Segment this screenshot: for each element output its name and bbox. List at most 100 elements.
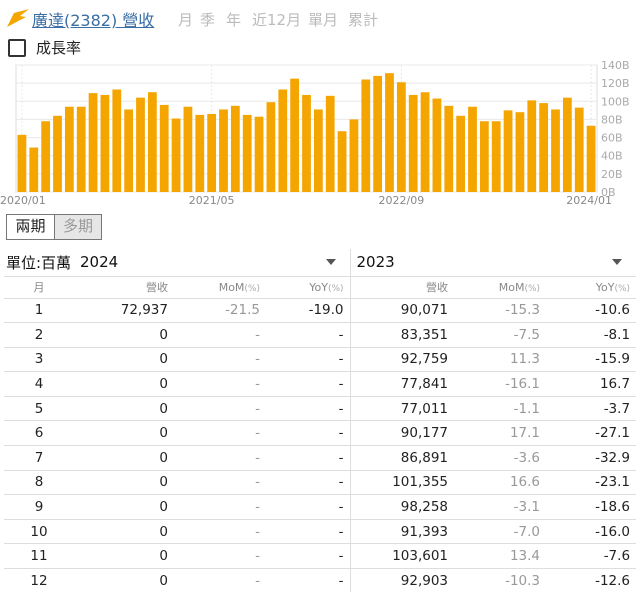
yoy-cell-right: -16.0 <box>546 519 637 545</box>
bar <box>456 115 466 192</box>
mom-cell-right: -15.3 <box>454 298 547 324</box>
month-cell: 2 <box>4 322 74 348</box>
y-tick-label: 60B <box>601 132 623 145</box>
bar <box>361 79 371 192</box>
yoy-cell-left: -19.0 <box>266 298 351 324</box>
tab-cumulative[interactable]: 累計 <box>348 9 378 30</box>
yoy-cell-left: - <box>266 519 351 545</box>
col-yoy-header-left: YoY(%) <box>266 276 351 299</box>
revenue-bar-chart: 0B20B40B60B80B100B120B140B2020/01 2021/05… <box>0 59 630 207</box>
bar <box>527 100 537 192</box>
bar <box>551 109 560 192</box>
month-cell: 1 <box>4 298 74 324</box>
yoy-cell-right: -7.6 <box>546 543 637 570</box>
revenue-cell-right: 90,177 <box>349 420 455 447</box>
tab-year[interactable]: 年 <box>226 9 241 30</box>
x-tick-label: 2020/01 <box>0 194 46 207</box>
bar <box>112 89 122 192</box>
revenue-cell-left: 0 <box>74 543 174 570</box>
year-select-left[interactable]: 2024 <box>74 249 351 277</box>
yoy-cell-left: - <box>266 396 351 422</box>
year-right-value: 2023 <box>356 253 395 272</box>
bar <box>373 75 383 192</box>
bar <box>385 73 394 192</box>
chevron-down-icon <box>325 259 336 265</box>
revenue-table: 單位:百萬 2024 2023 月 營收 MoM(%) YoY(%) 營收 Mo… <box>4 249 637 592</box>
revenue-cell-left: 0 <box>74 396 174 422</box>
mom-cell-left: - <box>174 396 266 422</box>
col-month-header: 月 <box>4 276 74 299</box>
month-cell: 9 <box>4 494 74 520</box>
revenue-cell-right: 92,759 <box>349 347 455 373</box>
table-row: 4 0- -77,841 -16.1 16.7 <box>4 371 637 397</box>
yoy-cell-right: -23.1 <box>546 470 637 496</box>
unit-label: 單位:百萬 <box>4 249 74 277</box>
mom-cell-right: -3.6 <box>454 445 547 471</box>
yoy-cell-right: -18.6 <box>546 494 637 520</box>
yoy-cell-right: -10.6 <box>546 298 637 324</box>
mom-cell-left: - <box>174 445 266 471</box>
mom-cell-right: 11.3 <box>454 347 547 373</box>
revenue-cell-right: 101,355 <box>349 470 455 496</box>
y-tick-label: 80B <box>601 113 623 126</box>
bar <box>574 107 584 192</box>
table-header-row: 月 營收 MoM(%) YoY(%) 營收 MoM(%) YoY(%) <box>4 276 637 299</box>
y-tick-label: 40B <box>601 150 623 163</box>
yoy-cell-left: - <box>266 322 351 348</box>
month-cell: 6 <box>4 420 74 447</box>
y-tick-label: 20B <box>601 168 623 181</box>
revenue-cell-left: 0 <box>74 347 174 373</box>
yoy-cell-left: - <box>266 568 351 592</box>
bar <box>313 109 323 192</box>
table-row: 12 0- -92,903 -10.3 -12.6 <box>4 568 637 592</box>
bar <box>562 97 572 192</box>
stock-title-link[interactable]: 廣達(2382) 營收 <box>32 7 154 31</box>
yoy-cell-left: - <box>266 420 351 447</box>
mom-cell-right: -1.1 <box>454 396 547 422</box>
month-cell: 12 <box>4 568 74 592</box>
revenue-cell-right: 77,011 <box>349 396 455 422</box>
yoy-cell-left: - <box>266 445 351 471</box>
mom-cell-right: -7.5 <box>454 322 547 348</box>
revenue-cell-left: 0 <box>74 494 174 520</box>
col-yoy-header-right: YoY(%) <box>546 276 637 299</box>
revenue-cell-left: 0 <box>74 519 174 545</box>
mom-cell-left: - <box>174 371 266 397</box>
bar <box>337 131 347 192</box>
year-left-value: 2024 <box>80 253 119 272</box>
mom-cell-left: - <box>174 519 266 545</box>
mom-cell-left: - <box>174 470 266 496</box>
tab-last-12-months[interactable]: 近12月 <box>252 9 301 30</box>
yoy-cell-left: - <box>266 494 351 520</box>
revenue-cell-left: 72,937 <box>74 298 174 324</box>
month-cell: 11 <box>4 543 74 570</box>
yoy-cell-right: 16.7 <box>546 371 637 397</box>
bar <box>254 116 264 192</box>
tab-single-month[interactable]: 單月 <box>308 9 338 30</box>
table-row: 11 0- -103,601 13.4 -7.6 <box>4 543 637 570</box>
month-cell: 5 <box>4 396 74 422</box>
col-revenue-header-right: 營收 <box>349 276 455 299</box>
y-tick-label: 100B <box>601 95 630 108</box>
revenue-cell-right: 77,841 <box>349 371 455 397</box>
table-row: 9 0- -98,258 -3.1 -18.6 <box>4 494 637 520</box>
chevron-down-icon <box>612 259 623 265</box>
multi-period-button[interactable]: 多期 <box>54 215 101 239</box>
yoy-cell-left: - <box>266 347 351 373</box>
month-cell: 8 <box>4 470 74 496</box>
bar <box>53 115 62 192</box>
revenue-cell-right: 103,601 <box>349 543 455 570</box>
bar <box>539 103 549 192</box>
bar <box>278 89 288 192</box>
growth-rate-checkbox[interactable] <box>8 39 26 57</box>
year-select-right[interactable]: 2023 <box>349 249 637 277</box>
bar <box>17 134 27 192</box>
bar <box>159 104 169 192</box>
revenue-cell-left: 0 <box>74 420 174 447</box>
two-period-button[interactable]: 兩期 <box>7 215 54 239</box>
tab-month[interactable]: 月 <box>178 9 193 30</box>
yoy-cell-right: -27.1 <box>546 420 637 447</box>
mom-cell-right: 13.4 <box>454 543 547 570</box>
tab-quarter[interactable]: 季 <box>200 9 215 30</box>
table-row: 2 0- -83,351 -7.5 -8.1 <box>4 322 637 348</box>
